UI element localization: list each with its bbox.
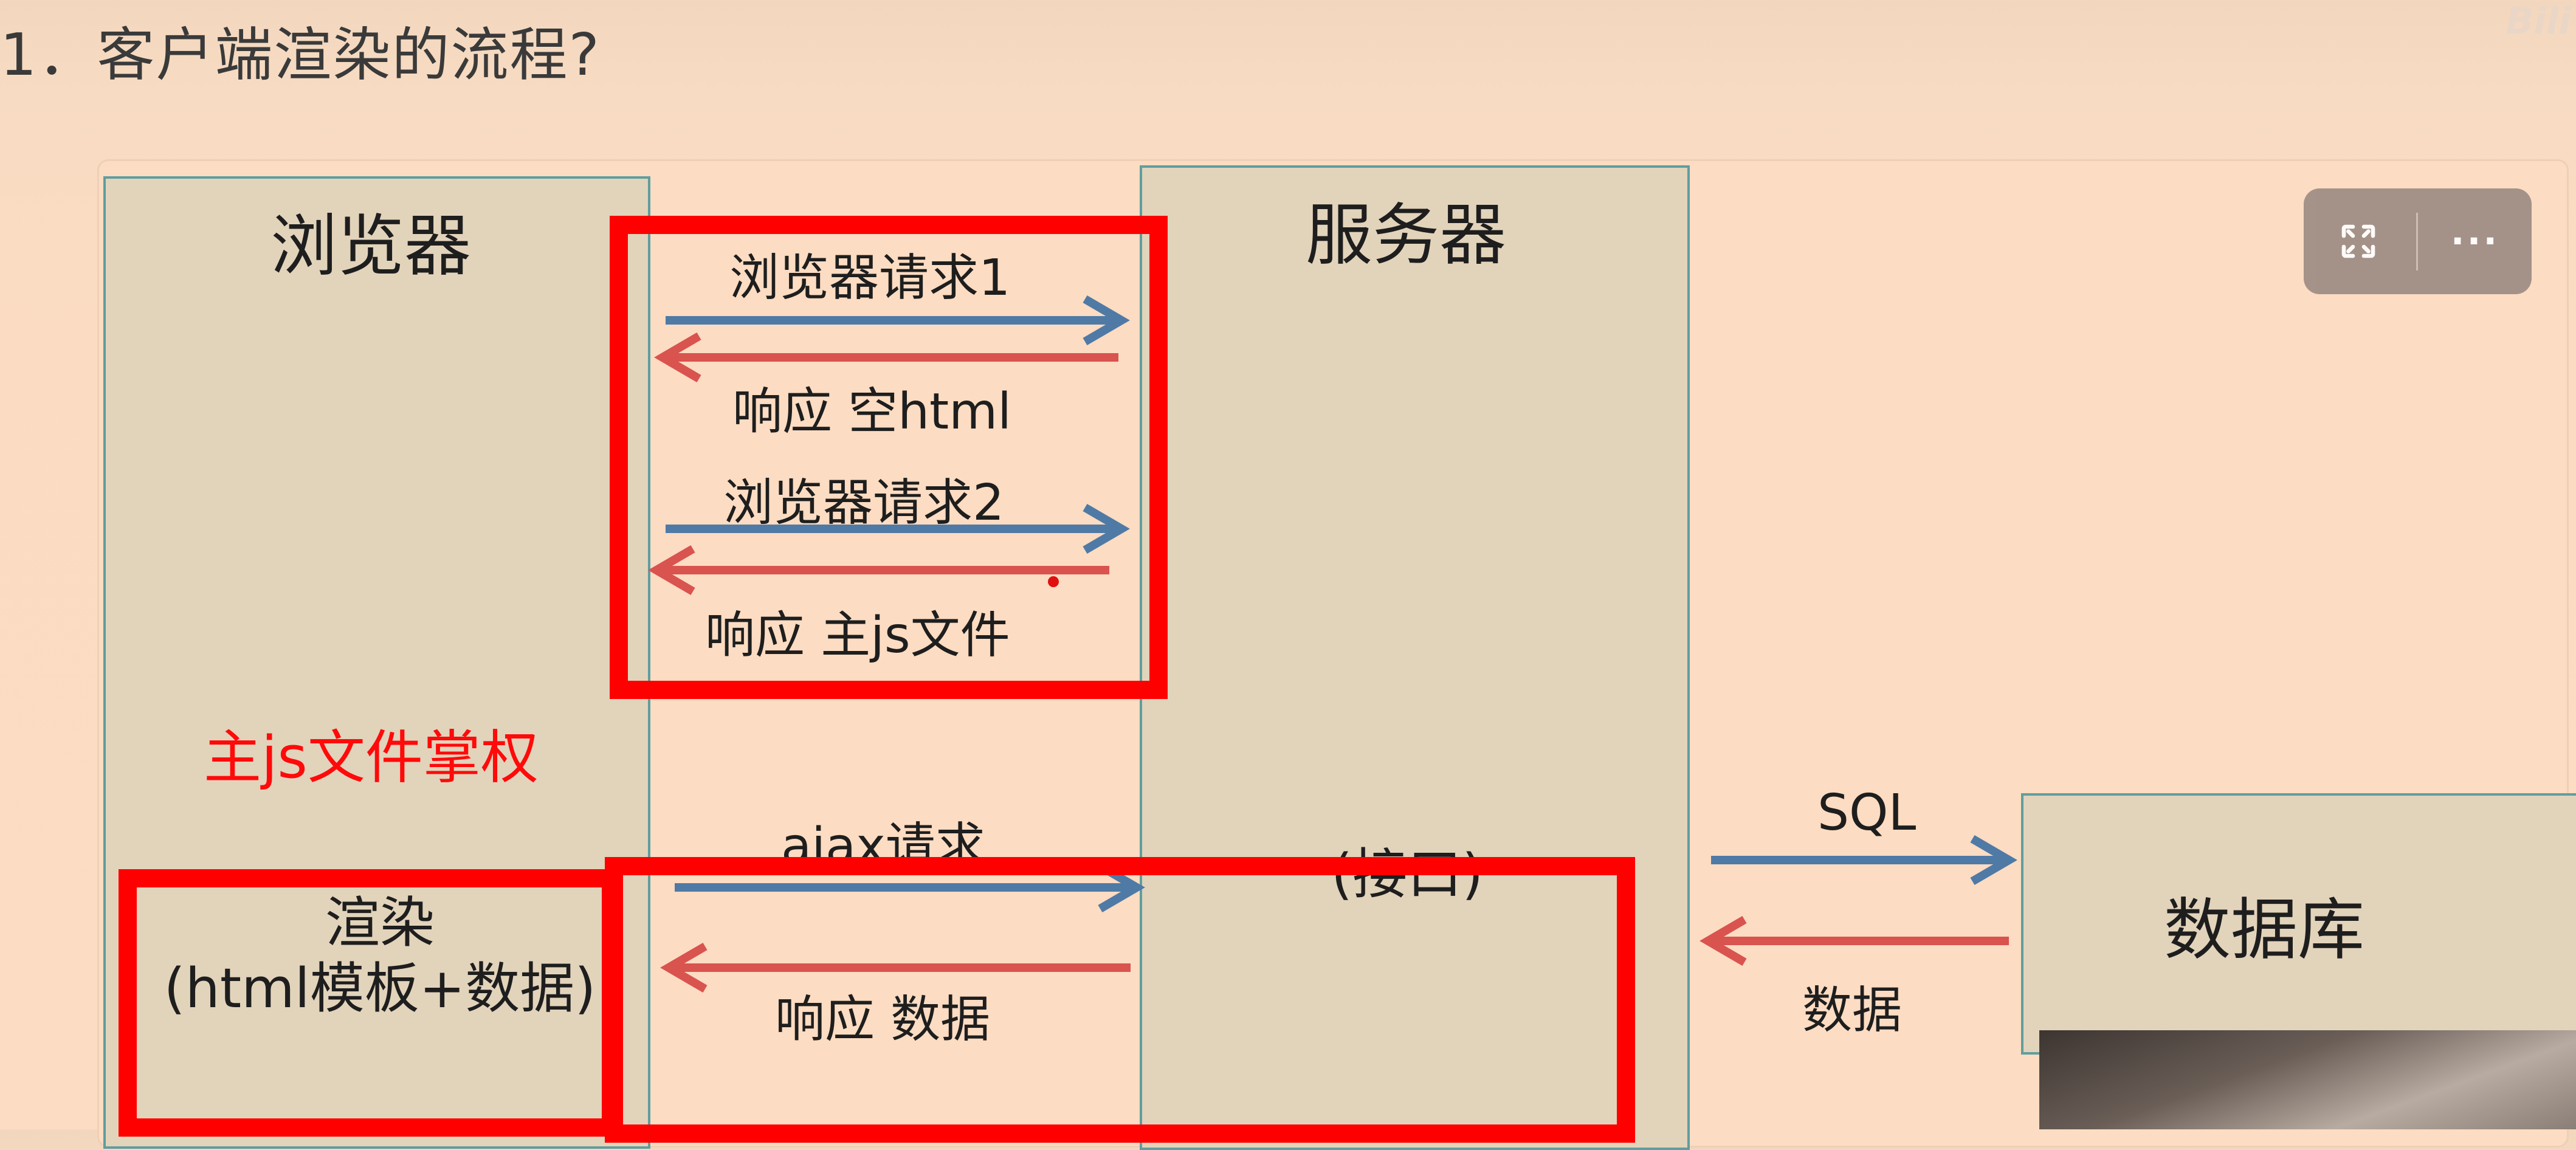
db-data-label: 数据 bbox=[1802, 982, 1903, 1039]
expand-icon bbox=[2341, 224, 2375, 258]
highlight-ajax-server bbox=[605, 857, 1635, 1143]
toolbar-separator bbox=[2416, 213, 2418, 270]
browser-control-note: 主js文件掌权 bbox=[204, 725, 539, 791]
highlight-render-box bbox=[119, 869, 620, 1137]
highlight-initial-requests bbox=[610, 216, 1168, 699]
sql-arrow bbox=[1711, 835, 2017, 886]
video-thumbnail-corner bbox=[2039, 1030, 2576, 1129]
more-button[interactable]: ··· bbox=[2420, 188, 2530, 294]
expand-button[interactable] bbox=[2304, 188, 2413, 294]
db-data-arrow bbox=[1700, 915, 2009, 966]
sql-label: SQL bbox=[1817, 784, 1917, 842]
more-icon: ··· bbox=[2450, 220, 2500, 263]
diagram-toolbar: ··· bbox=[2304, 188, 2532, 294]
